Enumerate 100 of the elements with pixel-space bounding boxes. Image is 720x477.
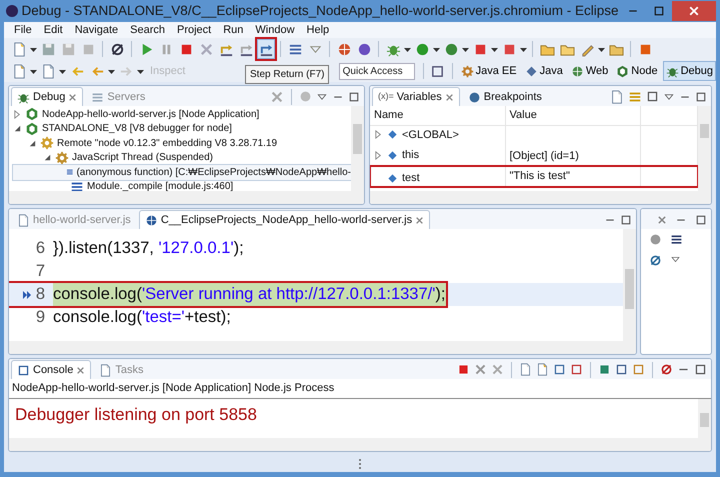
view-tab[interactable]: Debug (11, 87, 84, 106)
view-menu-icon[interactable] (670, 254, 681, 265)
variable-value: "This is test" (510, 170, 570, 182)
variable-name: <GLOBAL> (402, 128, 459, 142)
globe-icon (144, 214, 158, 226)
remove-all-icon[interactable] (491, 363, 504, 376)
code-line: console.log('test='+test); (53, 307, 231, 328)
line-number: 9 (36, 307, 45, 328)
editor-tab[interactable]: C__EclipseProjects_NodeApp_hello-world-server.js (138, 210, 430, 229)
tooltip: Step Return (F7) (245, 65, 330, 84)
close-icon[interactable] (68, 92, 78, 102)
maximize-icon[interactable] (694, 363, 707, 376)
expanded-arrow-icon[interactable] (13, 124, 22, 134)
document-icon (12, 42, 26, 56)
scrollbar[interactable] (9, 438, 711, 451)
maximize-icon[interactable] (348, 90, 360, 102)
scrollbar[interactable] (623, 229, 636, 341)
menu-item[interactable]: Search (124, 22, 171, 38)
variables-icon: (x)= (378, 90, 394, 104)
gear-icon (460, 64, 474, 78)
step-return-button[interactable] (257, 39, 275, 59)
variable-name: this (402, 148, 420, 163)
menu-item[interactable]: Window (249, 22, 301, 38)
instruction-pointer-icon (22, 290, 32, 298)
code-line: }).listen(1337, '127.0.0.1'); (53, 238, 244, 260)
tree-item[interactable]: NodeApp-hello-world-server.js [Node Application] (42, 106, 260, 122)
column-header[interactable]: Value (505, 106, 640, 125)
diamond-icon (524, 64, 538, 78)
menu-item[interactable]: Run (217, 22, 250, 38)
scrollbar[interactable] (9, 341, 636, 354)
scrollbar[interactable] (9, 191, 364, 204)
scrollbar[interactable] (370, 191, 711, 204)
disconnect-icon (198, 42, 214, 56)
variable-icon (387, 150, 398, 160)
scrollbar[interactable] (698, 106, 711, 191)
grip-icon[interactable] (358, 458, 362, 470)
tree-item[interactable]: Module._compile [module.js:460] (87, 179, 234, 191)
collapsed-arrow-icon[interactable] (374, 130, 383, 140)
maximize-icon[interactable] (695, 90, 707, 102)
line-number: 8 (36, 284, 45, 306)
list-icon (91, 90, 104, 104)
perspective-button[interactable]: Debug (662, 61, 716, 81)
line-number: 6 (36, 238, 45, 260)
globe-icon (336, 42, 352, 56)
crossed-circle-icon[interactable] (649, 254, 662, 267)
sphere-icon (356, 42, 372, 56)
expanded-arrow-icon[interactable] (43, 153, 52, 162)
close-icon[interactable] (657, 214, 667, 224)
menu-item[interactable]: File (8, 22, 38, 38)
console-output: Debugger listening on port 5858 (14, 404, 258, 426)
page-icon (40, 64, 56, 78)
view-tab[interactable]: Breakpoints (462, 87, 548, 106)
view-tab[interactable]: Console (11, 360, 92, 379)
variable-value: [Object] (id=1) (510, 150, 579, 162)
process-label: NodeApp-hello-world-server.js [Node Application] Node.js Process (9, 379, 711, 398)
maximize-icon[interactable] (620, 214, 632, 226)
crossed-circle-icon (110, 42, 124, 56)
variable-icon (387, 129, 398, 140)
scrollbar[interactable] (698, 398, 711, 438)
remove-icon[interactable] (474, 363, 487, 376)
node-icon (25, 122, 39, 136)
variable-icon (387, 172, 398, 184)
menu-item[interactable]: Navigate (68, 22, 124, 38)
quick-access-field[interactable]: Quick Access (338, 62, 415, 80)
document-icon (17, 214, 30, 226)
eclipse-icon (4, 3, 20, 19)
scrollbar[interactable] (351, 106, 364, 191)
perspective-button[interactable]: Web (568, 61, 612, 81)
gear-icon (55, 150, 69, 165)
collapsed-arrow-icon[interactable] (374, 150, 383, 160)
document-icon[interactable] (536, 363, 549, 376)
play-circle-icon (414, 42, 430, 56)
close-icon[interactable] (444, 92, 454, 102)
remove-icon[interactable] (270, 90, 284, 104)
hex-icon (616, 64, 630, 78)
close-button[interactable] (672, 1, 716, 21)
document-icon[interactable] (519, 363, 532, 376)
tree-item[interactable]: STANDALONE_V8 [V8 debugger for node] (42, 121, 232, 136)
line-number: 7 (36, 261, 45, 282)
view-tab[interactable]: (x)= Variables (372, 87, 460, 106)
close-icon[interactable] (76, 366, 86, 374)
collapsed-arrow-icon[interactable] (13, 110, 22, 119)
maximize-icon[interactable] (695, 214, 707, 226)
perspective-button[interactable]: Node (613, 61, 661, 81)
close-icon[interactable] (415, 216, 424, 224)
perspective-button[interactable]: Java EE (458, 61, 520, 81)
menu-item[interactable]: Project (170, 22, 218, 38)
tree-item[interactable]: JavaScript Thread (Suspended) (72, 150, 214, 166)
stop-icon[interactable] (457, 363, 470, 376)
window-title: Debug - STANDALONE_V8/C__EclipseProjects_NodeApp_hello-world-server.js.chromium - Eclipse (20, 2, 620, 20)
column-header[interactable]: Name (370, 106, 505, 125)
expanded-arrow-icon[interactable] (28, 138, 37, 148)
disks-icon (60, 42, 76, 56)
perspective-button[interactable]: Java (522, 61, 566, 81)
node-icon (25, 107, 39, 122)
globe-icon (570, 64, 584, 78)
menu-item[interactable]: Edit (38, 22, 69, 38)
document-icon (99, 364, 112, 376)
tree-item[interactable]: Remote "node v0.12.3" embedding V8 3.28.71.19 (57, 136, 278, 151)
menu-item[interactable]: Help (300, 22, 336, 38)
